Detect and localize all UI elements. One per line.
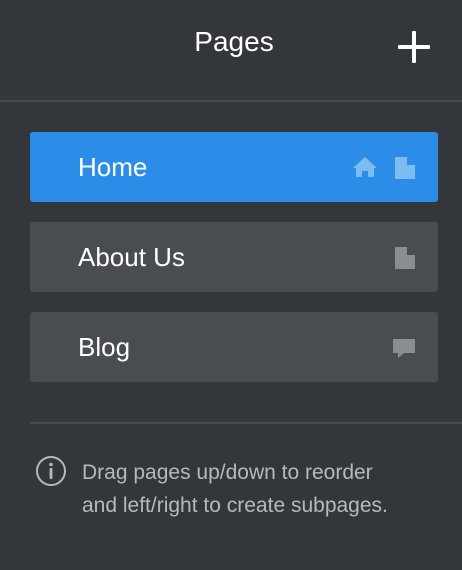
comment-icon xyxy=(393,339,415,358)
document-icon xyxy=(395,247,415,269)
divider xyxy=(30,422,462,424)
home-icon xyxy=(353,157,377,177)
page-item-home[interactable]: Home xyxy=(30,132,438,202)
page-item-about-us[interactable]: About Us xyxy=(30,222,438,292)
page-item-label: About Us xyxy=(78,242,185,272)
page-item-label: Home xyxy=(78,152,148,182)
panel-title: Pages xyxy=(194,26,274,57)
reorder-hint-text: Drag pages up/down to reorder and left/r… xyxy=(82,456,452,522)
page-item-blog[interactable]: Blog xyxy=(30,312,438,382)
panel-header: Pages xyxy=(0,0,462,102)
document-icon xyxy=(395,157,415,179)
add-page-button[interactable] xyxy=(398,31,430,63)
info-icon xyxy=(36,456,66,486)
hint-line: and left/right to create subpages. xyxy=(82,494,388,517)
page-item-label: Blog xyxy=(78,332,131,362)
hint-line: Drag pages up/down to reorder xyxy=(82,461,373,484)
